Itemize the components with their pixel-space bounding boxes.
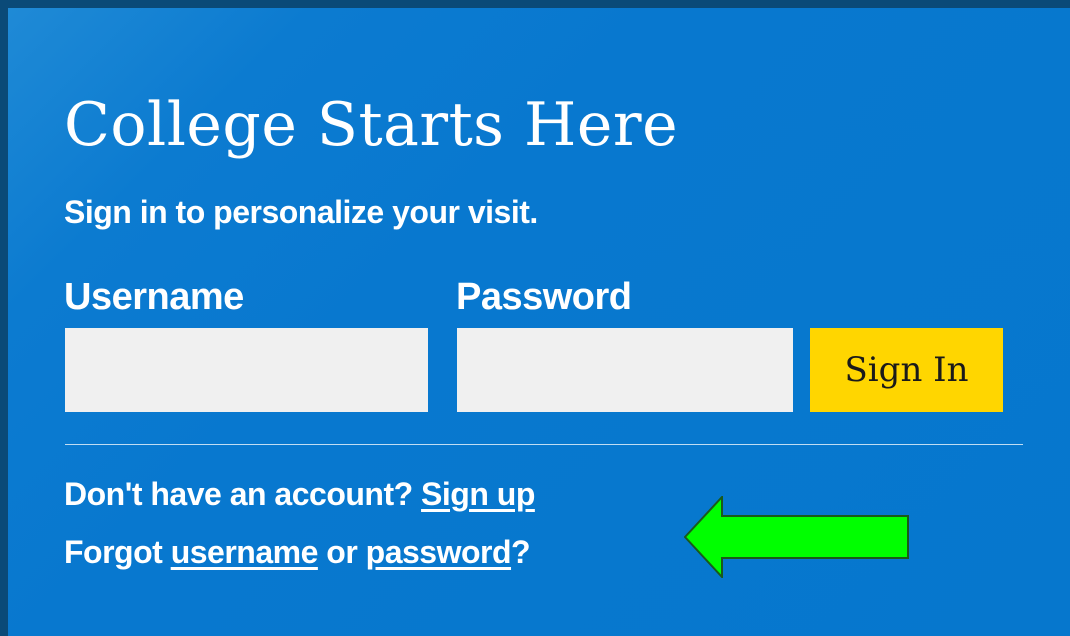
divider xyxy=(65,444,1023,445)
password-input[interactable] xyxy=(457,328,793,412)
username-label: Username xyxy=(64,276,244,318)
login-panel: College Starts Here Sign in to personali… xyxy=(8,8,1070,636)
sign-in-button[interactable]: Sign In xyxy=(810,328,1003,412)
forgot-username-link[interactable]: username xyxy=(171,534,319,570)
forgot-or: or xyxy=(326,534,358,570)
sign-up-link[interactable]: Sign up xyxy=(421,476,535,512)
username-input[interactable] xyxy=(65,328,428,412)
forgot-password-link[interactable]: password xyxy=(366,534,512,570)
forgot-suffix: ? xyxy=(511,534,531,570)
signup-prompt: Don't have an account? xyxy=(64,476,413,512)
signup-line: Don't have an account? Sign up xyxy=(64,476,535,513)
forgot-prefix: Forgot xyxy=(64,534,163,570)
password-label: Password xyxy=(456,276,632,318)
forgot-line: Forgot username or password? xyxy=(64,534,531,571)
page-title: College Starts Here xyxy=(64,90,679,160)
green-left-arrow-icon xyxy=(684,496,909,578)
page-subtitle: Sign in to personalize your visit. xyxy=(64,194,538,230)
